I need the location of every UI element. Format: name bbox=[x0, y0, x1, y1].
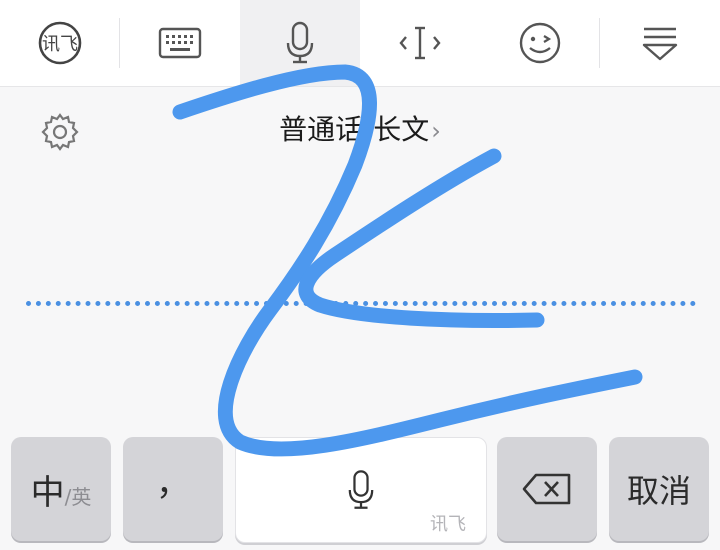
chevron-right-icon: › bbox=[431, 117, 441, 145]
cursor-move-button[interactable] bbox=[360, 0, 480, 86]
voice-mode-selector[interactable]: 普通话-长文› bbox=[0, 108, 720, 148]
mic-icon bbox=[286, 21, 314, 64]
svg-text:讯飞: 讯飞 bbox=[42, 34, 78, 55]
voice-waveform bbox=[26, 301, 696, 306]
voice-record-key[interactable]: 讯飞 bbox=[235, 437, 487, 543]
hide-keyboard-button[interactable] bbox=[600, 0, 720, 86]
brand-label: 讯飞 bbox=[430, 514, 466, 535]
backspace-key[interactable] bbox=[497, 437, 597, 541]
text-cursor-icon bbox=[399, 26, 441, 60]
voice-mode-label: 普通话-长文 bbox=[279, 113, 430, 146]
backspace-icon bbox=[522, 473, 571, 505]
emoji-icon bbox=[519, 22, 561, 64]
ifly-logo-button[interactable]: 讯飞 bbox=[0, 0, 120, 86]
comma-key[interactable]: ， bbox=[123, 437, 223, 541]
mic-icon bbox=[348, 470, 374, 509]
lang-switch-key[interactable]: 中/英 bbox=[11, 437, 111, 541]
lang-main-label: 中 bbox=[30, 472, 65, 513]
voice-input-tab[interactable] bbox=[240, 0, 360, 86]
keyboard-button[interactable] bbox=[120, 0, 240, 86]
emoji-button[interactable] bbox=[480, 0, 600, 86]
hide-keyboard-icon bbox=[642, 27, 678, 61]
ifly-logo-icon: 讯飞 bbox=[38, 21, 82, 65]
cancel-label: 取消 bbox=[626, 472, 691, 510]
keyboard-icon bbox=[158, 27, 202, 59]
comma-label: ， bbox=[156, 463, 190, 504]
toolbar: 讯飞 bbox=[0, 0, 720, 87]
cancel-key[interactable]: 取消 bbox=[609, 437, 709, 541]
lang-sub-label: /英 bbox=[64, 484, 92, 509]
